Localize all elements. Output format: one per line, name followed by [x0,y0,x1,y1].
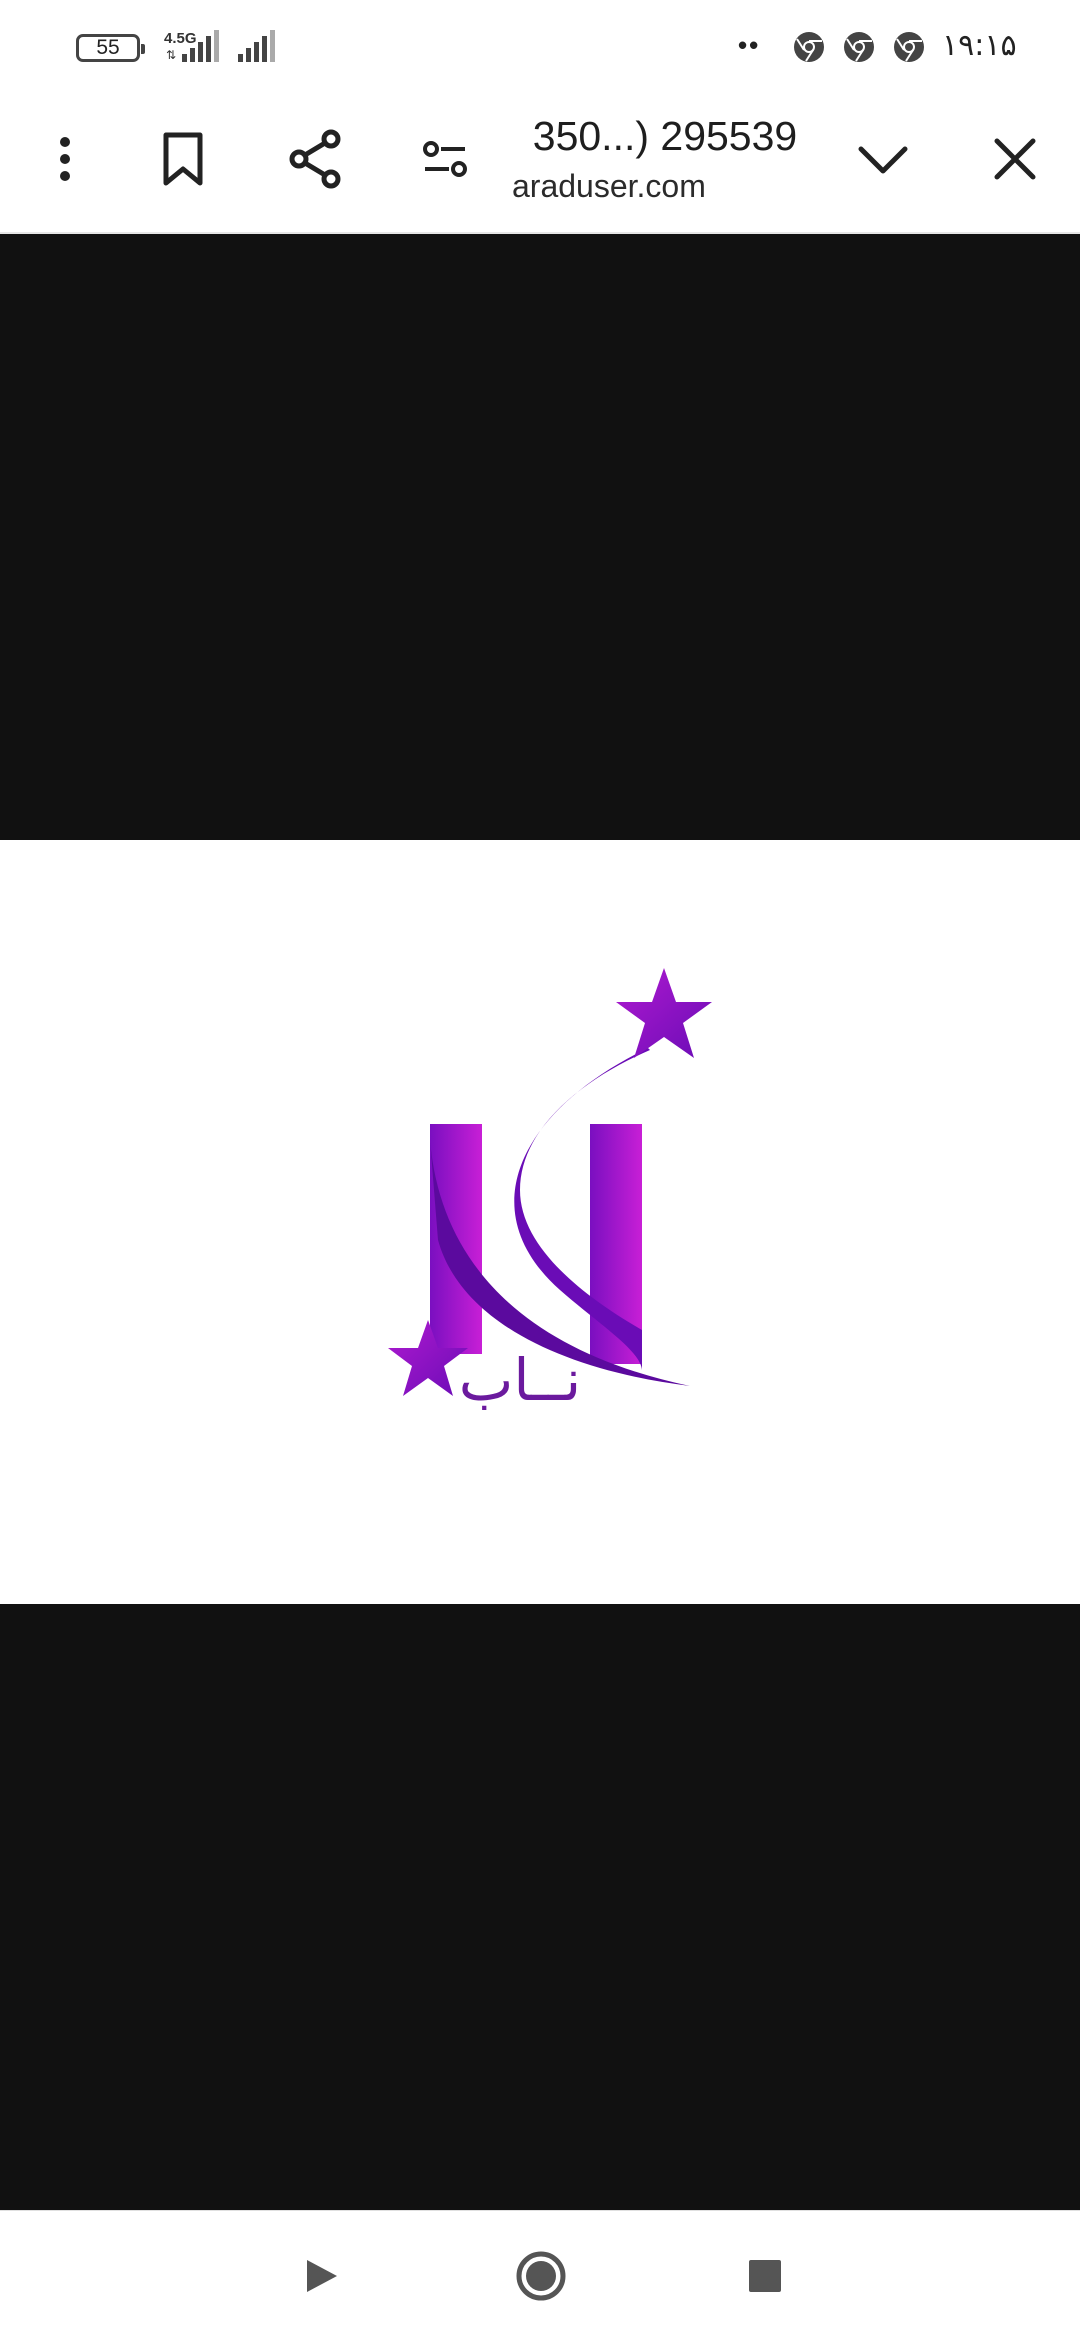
chrome-icon [894,32,924,62]
battery-level: 55 [96,36,120,59]
page-title: 350...) 295539 [532,113,798,159]
home-button[interactable] [508,2243,574,2309]
more-options-button[interactable] [30,124,100,194]
chrome-icon [794,32,824,62]
share-button[interactable] [280,124,350,194]
close-button[interactable] [980,124,1050,194]
recents-button[interactable] [732,2243,798,2309]
back-triangle-icon [307,2260,337,2292]
page-title-block[interactable]: 350...) 295539 araduser.com [500,108,830,218]
more-vert-icon [60,137,70,181]
network-activity-icon: ⇅ [166,48,176,62]
battery-indicator: 55 [76,34,145,62]
back-button[interactable] [288,2243,354,2309]
signal-strength-icon [182,30,219,62]
bookmark-button[interactable] [148,124,218,194]
clock: ۱۹:۱۵ [942,28,1017,63]
tune-icon [423,141,467,177]
chevron-down-icon [858,146,908,174]
browser-toolbar: 350...) 295539 araduser.com [0,96,1080,234]
chrome-icon [844,32,874,62]
naab-logo-image: نــاب [388,968,712,1414]
status-bar: 55 4.5G ⇅ •• ۱۹:۱۵ [0,0,1080,96]
system-navigation-bar [0,2210,1080,2341]
minimize-button[interactable] [848,124,918,194]
site-settings-button[interactable] [410,124,480,194]
bookmark-icon [163,132,203,186]
logo-text: نــاب [459,1346,581,1414]
home-circle-icon [516,2251,566,2301]
more-notifications-icon: •• [738,30,761,60]
signal-strength-icon-sim2 [238,30,275,62]
image-viewer[interactable]: نــاب [0,840,1080,1604]
share-icon [289,129,341,189]
recents-square-icon [749,2260,781,2292]
image-letterbox-bottom [0,1604,1080,2210]
close-icon [994,138,1036,180]
page-url: araduser.com [512,168,706,204]
image-letterbox-top [0,234,1080,840]
